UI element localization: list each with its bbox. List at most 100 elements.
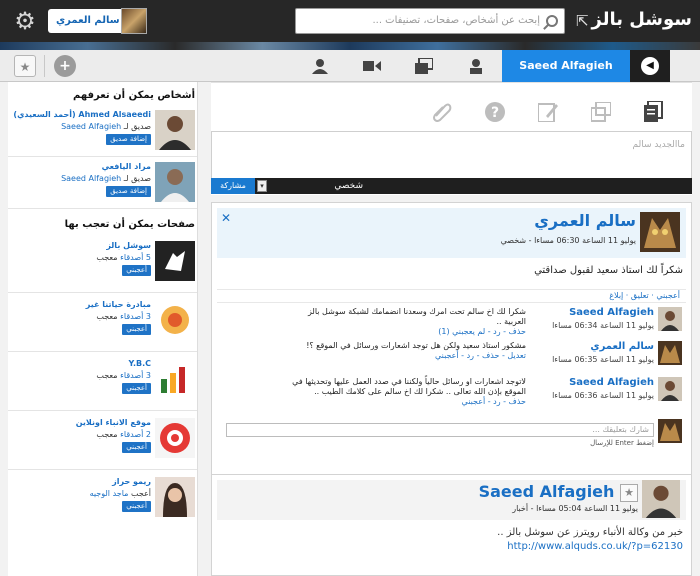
photo-icon[interactable]	[588, 99, 614, 125]
add-icon[interactable]: +	[54, 55, 76, 77]
post-actions-links[interactable]: أعجبني · تعليق · إبلاغ	[609, 291, 686, 300]
mutual-friend-link[interactable]: Saeed Alfagieh	[61, 174, 121, 183]
user-avatar[interactable]	[121, 8, 147, 34]
page-logo[interactable]	[155, 477, 195, 517]
like-suffix: أعجب	[130, 489, 151, 498]
like-suffix: معجب	[96, 253, 118, 262]
post-author-avatar[interactable]	[642, 480, 680, 518]
arrow-left-icon: ◀	[641, 57, 659, 75]
like-page-button[interactable]: أعجبني	[122, 442, 151, 453]
like-suffix: معجب	[96, 371, 118, 380]
page-name[interactable]: سوشل بالز	[11, 240, 151, 252]
post-header: Saeed Alfagieh ★ يوليو 11 الساعة 05:04 م…	[217, 480, 686, 520]
post-author-link[interactable]: Saeed Alfagieh	[479, 482, 615, 501]
comment-avatar[interactable]	[658, 307, 682, 331]
add-friend-button[interactable]: إضافة صديق	[106, 134, 151, 145]
status-icon[interactable]	[641, 99, 667, 125]
like-suffix: معجب	[96, 312, 118, 321]
feed-post: Saeed Alfagieh ★ يوليو 11 الساعة 05:04 م…	[211, 474, 692, 576]
comment-actions[interactable]: حذف - رد - أعجبني	[286, 397, 526, 407]
svg-text:?: ?	[491, 105, 499, 121]
comment-time: يوليو 11 الساعة 06:35 مساءا	[552, 355, 654, 364]
comment-input[interactable]: شارك بتعليقك ...	[226, 423, 654, 437]
comment-author[interactable]: Saeed Alfagieh	[569, 377, 654, 388]
suggestions-sidebar: أشخاص يمكن أن تعرفهم Ahmed Alsaeedi (أحم…	[8, 82, 198, 576]
attachment-icon[interactable]	[429, 99, 455, 125]
liked-friend-name[interactable]: ماجد الوجيه	[90, 489, 129, 498]
question-icon[interactable]: ?	[482, 99, 508, 125]
suggested-person: مراد اليافعي صديق لـ Saeed Alfagieh إضاف…	[8, 157, 197, 209]
comment-actions[interactable]: تعديل - حذف - رد - أعجبني	[286, 351, 526, 361]
page-name[interactable]: Y.B.C	[11, 358, 151, 370]
post-author-name: Saeed Alfagieh ★	[479, 482, 638, 502]
suggested-page: ريمو حراز أعجب ماجد الوجيه أعجبني	[8, 470, 197, 529]
note-edit-icon[interactable]	[535, 99, 561, 125]
post-text: خبر من وكالة الأنباء رويترز عن سوشل بالز…	[497, 527, 683, 538]
post-text: شكراً لك استاذ سعيد لقبول صداقتي	[534, 265, 683, 276]
people-heading: أشخاص يمكن أن تعرفهم	[73, 90, 195, 101]
profile-info-icon[interactable]	[464, 54, 488, 78]
like-page-button[interactable]: أعجبني	[122, 324, 151, 335]
privacy-dropdown[interactable]: ▾	[257, 180, 267, 192]
close-icon[interactable]: ✕	[221, 211, 231, 225]
suggested-person: Ahmed Alsaeedi (أحمد السعيدي) صديق لـ Sa…	[8, 105, 197, 157]
page-logo[interactable]	[155, 300, 195, 340]
albums-icon[interactable]	[412, 54, 436, 78]
enter-hint: إضغط Enter للإرسال	[590, 439, 654, 447]
person-avatar[interactable]	[155, 162, 195, 202]
person-name[interactable]: Ahmed Alsaeedi (أحمد السعيدي)	[11, 109, 151, 121]
post-author-avatar[interactable]	[640, 212, 680, 252]
active-profile-tab[interactable]: Saeed Alfagieh	[502, 50, 630, 82]
suggested-page: سوشل بالز 5 أصدقاء معجب أعجبني	[8, 234, 197, 293]
page-name[interactable]: مبادرة حياتنا غير	[11, 299, 151, 311]
comment-text: لاتوجد اشعارات او رسائل حالياً ولكننا في…	[292, 377, 526, 396]
like-page-button[interactable]: أعجبني	[122, 265, 151, 276]
search-icon[interactable]	[546, 15, 558, 27]
person-name[interactable]: مراد اليافعي	[11, 161, 151, 173]
post-composer: ? ماالجديد سالم مشاركة ▾ شخصي	[211, 82, 692, 195]
friends-icon[interactable]	[308, 54, 332, 78]
liked-friends-count[interactable]: 5 أصدقاء	[120, 253, 151, 262]
share-out-icon[interactable]: ⇱	[576, 12, 589, 30]
post-timestamp: يوليو 11 الساعة 06:30 مساءا - شخصي	[500, 236, 636, 245]
comment-time: يوليو 11 الساعة 06:34 مساءا	[552, 321, 654, 330]
share-button[interactable]: مشاركة	[211, 178, 255, 194]
status-placeholder: ماالجديد سالم	[632, 140, 685, 150]
comment-author[interactable]: سالم العمري	[590, 341, 654, 352]
comment-avatar[interactable]	[658, 377, 682, 401]
page-logo[interactable]	[155, 359, 195, 399]
cover-image-strip	[0, 42, 700, 50]
page-name[interactable]: موقع الانباء اونلاين	[11, 417, 151, 429]
like-page-button[interactable]: أعجبني	[122, 501, 151, 512]
liked-friends-count[interactable]: 3 أصدقاء	[120, 312, 151, 321]
page-logo[interactable]	[155, 241, 195, 281]
site-logo[interactable]: سوشل بالز	[592, 5, 693, 35]
comment-actions[interactable]: حذف - رد - لم يعجبني (1)	[286, 327, 526, 337]
liked-friends-count[interactable]: 3 أصدقاء	[120, 371, 151, 380]
settings-gear-icon[interactable]: ⚙	[12, 8, 38, 34]
suggested-page: Y.B.C 3 أصدقاء معجب أعجبني	[8, 352, 197, 411]
user-profile-link[interactable]: سالم العمري	[48, 9, 134, 33]
post-author-name[interactable]: سالم العمري	[534, 211, 636, 230]
star-icon[interactable]: ★	[620, 483, 638, 502]
post-link[interactable]: http://www.alquds.co.uk/?p=62130	[507, 541, 683, 552]
friend-of-label: صديق لـ	[123, 122, 151, 131]
page-name[interactable]: ريمو حراز	[11, 476, 151, 488]
video-icon[interactable]	[360, 54, 384, 78]
add-friend-button[interactable]: إضافة صديق	[106, 186, 151, 197]
search-input[interactable]: إبحث عن أشخاص، صفحات، تصنيفات ...	[295, 8, 565, 34]
page-logo[interactable]	[155, 418, 195, 458]
mutual-friend-link[interactable]: Saeed Alfagieh	[61, 122, 121, 131]
like-page-button[interactable]: أعجبني	[122, 383, 151, 394]
privacy-value[interactable]: شخصي	[271, 178, 367, 194]
search-placeholder: إبحث عن أشخاص، صفحات، تصنيفات ...	[372, 15, 540, 26]
back-button[interactable]: ◀	[630, 50, 670, 82]
person-avatar[interactable]	[155, 110, 195, 150]
status-textarea[interactable]: ماالجديد سالم	[211, 131, 692, 179]
comment-author[interactable]: Saeed Alfagieh	[569, 307, 654, 318]
star-icon[interactable]: ★	[14, 55, 36, 77]
liked-friends-count[interactable]: 2 أصدقاء	[120, 430, 151, 439]
comment-avatar[interactable]	[658, 341, 682, 365]
composer-bar: مشاركة ▾ شخصي	[211, 178, 692, 194]
like-suffix: معجب	[96, 430, 118, 439]
